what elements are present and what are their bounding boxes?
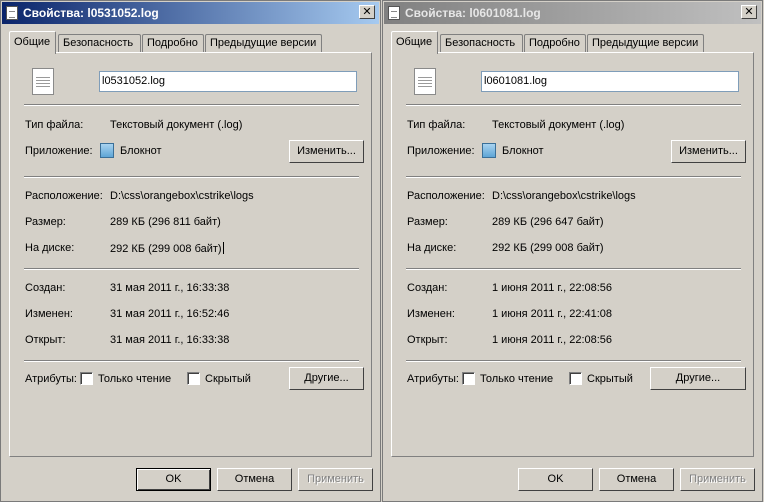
created-value: 1 июня 2011 г., 22:08:56: [492, 282, 613, 294]
general-panel: l0601081.log Тип файла: Текстовый докуме…: [391, 52, 754, 457]
notepad-icon: [100, 143, 114, 158]
close-button[interactable]: ✕: [741, 5, 757, 19]
on-disk-value: 292 КБ (299 008 байт): [110, 243, 222, 255]
close-icon: ✕: [362, 6, 372, 18]
size-label: Размер:: [407, 216, 448, 228]
modified-label: Изменен:: [25, 308, 73, 320]
properties-window-right: Свойства: l0601081.log ✕ Общие Безопасно…: [382, 0, 763, 502]
on-disk-value-wrap: 292 КБ (299 008 байт): [110, 242, 224, 255]
text-file-icon: [414, 68, 436, 95]
size-value: 289 КБ (296 647 байт): [492, 216, 604, 228]
window-title: Свойства: l0531052.log: [23, 6, 159, 20]
separator: [406, 176, 741, 178]
general-panel: l0531052.log Тип файла: Текстовый докуме…: [9, 52, 372, 457]
tab-previous-versions[interactable]: Предыдущие версии: [205, 34, 322, 52]
application-label: Приложение:: [25, 145, 93, 157]
text-cursor: [222, 242, 224, 254]
separator: [24, 176, 359, 178]
accessed-label: Открыт:: [25, 334, 66, 346]
location-label: Расположение:: [407, 190, 485, 202]
change-button[interactable]: Изменить...: [671, 140, 746, 163]
tab-general[interactable]: Общие: [9, 31, 56, 54]
advanced-button[interactable]: Другие...: [289, 367, 364, 390]
tab-details[interactable]: Подробно: [142, 34, 204, 52]
cancel-button[interactable]: Отмена: [217, 468, 292, 491]
file-type-value: Текстовый документ (.log): [492, 119, 625, 131]
hidden-checkbox[interactable]: [187, 372, 200, 385]
filename-input[interactable]: l0531052.log: [99, 71, 357, 92]
attributes-label: Атрибуты:: [407, 373, 459, 385]
tab-previous-versions[interactable]: Предыдущие версии: [587, 34, 704, 52]
separator: [406, 104, 741, 106]
modified-label: Изменен:: [407, 308, 455, 320]
location-value: D:\css\orangebox\cstrike\logs: [110, 190, 254, 202]
ok-button[interactable]: OK: [518, 468, 593, 491]
readonly-label: Только чтение: [98, 373, 172, 385]
text-file-icon: [32, 68, 54, 95]
file-type-label: Тип файла:: [407, 119, 466, 131]
separator: [24, 360, 359, 362]
window-title: Свойства: l0601081.log: [405, 6, 541, 20]
size-label: Размер:: [25, 216, 66, 228]
properties-window-left: Свойства: l0531052.log ✕ Общие Безопасно…: [0, 0, 381, 502]
accessed-label: Открыт:: [407, 334, 448, 346]
on-disk-value: 292 КБ (299 008 байт): [492, 242, 604, 254]
location-label: Расположение:: [25, 190, 103, 202]
title-bar[interactable]: Свойства: l0601081.log ✕: [384, 2, 761, 24]
attributes-label: Атрибуты:: [25, 373, 77, 385]
location-value: D:\css\orangebox\cstrike\logs: [492, 190, 636, 202]
apply-button[interactable]: Применить: [680, 468, 755, 491]
close-icon: ✕: [744, 6, 754, 18]
hidden-label: Скрытый: [587, 373, 633, 385]
tab-general[interactable]: Общие: [391, 31, 438, 54]
separator: [406, 268, 741, 270]
tab-security[interactable]: Безопасность: [58, 34, 141, 52]
created-value: 31 мая 2011 г., 16:33:38: [110, 282, 230, 294]
file-type-value: Текстовый документ (.log): [110, 119, 243, 131]
application-label: Приложение:: [407, 145, 475, 157]
document-icon: [388, 6, 400, 20]
separator: [24, 104, 359, 106]
modified-value: 31 мая 2011 г., 16:52:46: [110, 308, 230, 320]
size-value: 289 КБ (296 811 байт): [110, 216, 221, 228]
tab-security[interactable]: Безопасность: [440, 34, 523, 52]
readonly-label: Только чтение: [480, 373, 554, 385]
separator: [24, 268, 359, 270]
document-icon: [6, 6, 18, 20]
hidden-checkbox[interactable]: [569, 372, 582, 385]
apply-button[interactable]: Применить: [298, 468, 373, 491]
created-label: Создан:: [25, 282, 66, 294]
accessed-value: 1 июня 2011 г., 22:08:56: [492, 334, 613, 346]
application-value: Блокнот: [120, 145, 162, 157]
notepad-icon: [482, 143, 496, 158]
accessed-value: 31 мая 2011 г., 16:33:38: [110, 334, 230, 346]
close-button[interactable]: ✕: [359, 5, 375, 19]
tab-details[interactable]: Подробно: [524, 34, 586, 52]
readonly-checkbox[interactable]: [80, 372, 93, 385]
title-bar[interactable]: Свойства: l0531052.log ✕: [2, 2, 379, 24]
ok-button[interactable]: OK: [136, 468, 211, 491]
file-type-label: Тип файла:: [25, 119, 84, 131]
on-disk-label: На диске:: [25, 242, 75, 254]
filename-input[interactable]: l0601081.log: [481, 71, 739, 92]
cancel-button[interactable]: Отмена: [599, 468, 674, 491]
separator: [406, 360, 741, 362]
change-button[interactable]: Изменить...: [289, 140, 364, 163]
readonly-checkbox[interactable]: [462, 372, 475, 385]
on-disk-label: На диске:: [407, 242, 457, 254]
hidden-label: Скрытый: [205, 373, 251, 385]
created-label: Создан:: [407, 282, 448, 294]
application-value: Блокнот: [502, 145, 544, 157]
advanced-button[interactable]: Другие...: [650, 367, 746, 390]
modified-value: 1 июня 2011 г., 22:41:08: [492, 308, 613, 320]
